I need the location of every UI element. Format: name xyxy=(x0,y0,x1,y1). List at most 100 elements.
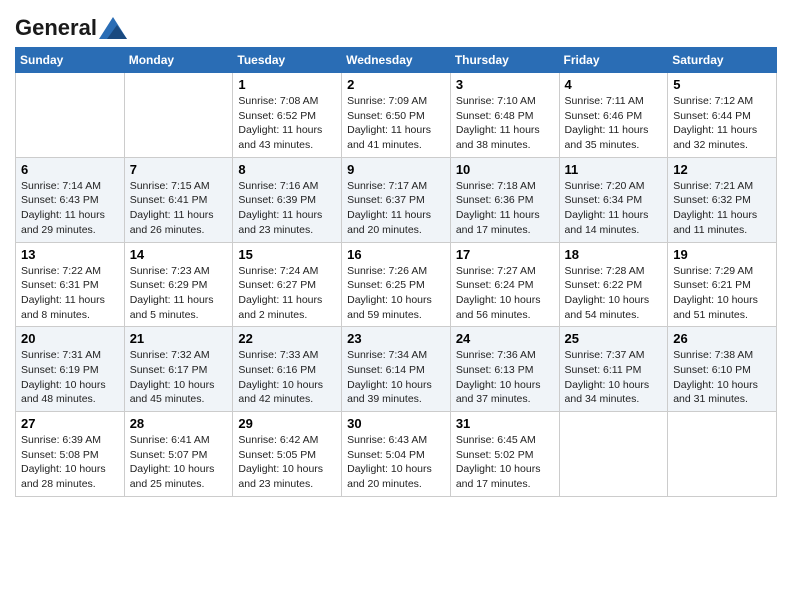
day-info: Sunrise: 7:18 AM Sunset: 6:36 PM Dayligh… xyxy=(456,179,554,238)
day-info: Sunrise: 6:43 AM Sunset: 5:04 PM Dayligh… xyxy=(347,433,445,492)
calendar-cell: 3Sunrise: 7:10 AM Sunset: 6:48 PM Daylig… xyxy=(450,73,559,158)
day-number: 17 xyxy=(456,247,554,262)
calendar-cell: 14Sunrise: 7:23 AM Sunset: 6:29 PM Dayli… xyxy=(124,242,233,327)
day-number: 1 xyxy=(238,77,336,92)
logo-icon xyxy=(99,17,127,39)
calendar-cell: 22Sunrise: 7:33 AM Sunset: 6:16 PM Dayli… xyxy=(233,327,342,412)
calendar-cell: 10 Sunrise: 7:18 AM Sunset: 6:36 PM Dayli… xyxy=(450,157,559,242)
day-number: 7 xyxy=(130,162,228,177)
day-info: Sunrise: 7:17 AM Sunset: 6:37 PM Dayligh… xyxy=(347,179,445,238)
day-info: Sunrise: 7:32 AM Sunset: 6:17 PM Dayligh… xyxy=(130,348,228,407)
day-number: 29 xyxy=(238,416,336,431)
day-number: 26 xyxy=(673,331,771,346)
calendar-week-row: 27 Sunrise: 6:39 AM Sunset: 5:08 PM Dayli… xyxy=(16,412,777,497)
calendar-cell: 18Sunrise: 7:28 AM Sunset: 6:22 PM Dayli… xyxy=(559,242,668,327)
calendar-cell: 6Sunrise: 7:14 AM Sunset: 6:43 PM Daylig… xyxy=(16,157,125,242)
day-info: Sunrise: 7:20 AM Sunset: 6:34 PM Dayligh… xyxy=(565,179,663,238)
day-info: Sunrise: 7:12 AM Sunset: 6:44 PM Dayligh… xyxy=(673,94,771,153)
calendar-cell: 8 Sunrise: 7:16 AM Sunset: 6:39 PM Daylig… xyxy=(233,157,342,242)
calendar-cell: 2Sunrise: 7:09 AM Sunset: 6:50 PM Daylig… xyxy=(342,73,451,158)
day-info: Sunrise: 7:10 AM Sunset: 6:48 PM Dayligh… xyxy=(456,94,554,153)
calendar-cell: 30 Sunrise: 6:43 AM Sunset: 5:04 PM Dayli… xyxy=(342,412,451,497)
day-number: 18 xyxy=(565,247,663,262)
calendar-day-header: Friday xyxy=(559,48,668,73)
calendar-cell: 29 Sunrise: 6:42 AM Sunset: 5:05 PM Dayli… xyxy=(233,412,342,497)
day-info: Sunrise: 7:29 AM Sunset: 6:21 PM Dayligh… xyxy=(673,264,771,323)
calendar-cell: 24 Sunrise: 7:36 AM Sunset: 6:13 PM Dayli… xyxy=(450,327,559,412)
day-number: 25 xyxy=(565,331,663,346)
calendar-cell: 20 Sunrise: 7:31 AM Sunset: 6:19 PM Dayli… xyxy=(16,327,125,412)
day-info: Sunrise: 7:34 AM Sunset: 6:14 PM Dayligh… xyxy=(347,348,445,407)
day-number: 5 xyxy=(673,77,771,92)
day-number: 15 xyxy=(238,247,336,262)
calendar-cell: 17 Sunrise: 7:27 AM Sunset: 6:24 PM Dayli… xyxy=(450,242,559,327)
day-info: Sunrise: 7:23 AM Sunset: 6:29 PM Dayligh… xyxy=(130,264,228,323)
calendar-day-header: Wednesday xyxy=(342,48,451,73)
day-number: 8 xyxy=(238,162,336,177)
calendar-cell: 26 Sunrise: 7:38 AM Sunset: 6:10 PM Dayli… xyxy=(668,327,777,412)
day-number: 11 xyxy=(565,162,663,177)
day-number: 4 xyxy=(565,77,663,92)
day-number: 10 xyxy=(456,162,554,177)
calendar-cell: 16 Sunrise: 7:26 AM Sunset: 6:25 PM Dayli… xyxy=(342,242,451,327)
calendar-cell xyxy=(124,73,233,158)
calendar-cell: 15 Sunrise: 7:24 AM Sunset: 6:27 PM Dayli… xyxy=(233,242,342,327)
day-number: 27 xyxy=(21,416,119,431)
day-info: Sunrise: 7:22 AM Sunset: 6:31 PM Dayligh… xyxy=(21,264,119,323)
calendar-cell: 28Sunrise: 6:41 AM Sunset: 5:07 PM Dayli… xyxy=(124,412,233,497)
day-info: Sunrise: 6:45 AM Sunset: 5:02 PM Dayligh… xyxy=(456,433,554,492)
day-number: 21 xyxy=(130,331,228,346)
calendar-week-row: 20 Sunrise: 7:31 AM Sunset: 6:19 PM Dayli… xyxy=(16,327,777,412)
day-number: 19 xyxy=(673,247,771,262)
day-info: Sunrise: 7:11 AM Sunset: 6:46 PM Dayligh… xyxy=(565,94,663,153)
day-info: Sunrise: 7:21 AM Sunset: 6:32 PM Dayligh… xyxy=(673,179,771,238)
calendar-table: SundayMondayTuesdayWednesdayThursdayFrid… xyxy=(15,47,777,497)
calendar-day-header: Tuesday xyxy=(233,48,342,73)
calendar-cell xyxy=(16,73,125,158)
day-info: Sunrise: 6:39 AM Sunset: 5:08 PM Dayligh… xyxy=(21,433,119,492)
calendar-cell: 4 Sunrise: 7:11 AM Sunset: 6:46 PM Daylig… xyxy=(559,73,668,158)
day-number: 23 xyxy=(347,331,445,346)
calendar-week-row: 6Sunrise: 7:14 AM Sunset: 6:43 PM Daylig… xyxy=(16,157,777,242)
calendar-day-header: Saturday xyxy=(668,48,777,73)
day-number: 20 xyxy=(21,331,119,346)
day-info: Sunrise: 7:27 AM Sunset: 6:24 PM Dayligh… xyxy=(456,264,554,323)
page-header: General xyxy=(15,15,777,37)
calendar-cell: 1 Sunrise: 7:08 AM Sunset: 6:52 PM Daylig… xyxy=(233,73,342,158)
calendar-cell: 7Sunrise: 7:15 AM Sunset: 6:41 PM Daylig… xyxy=(124,157,233,242)
day-info: Sunrise: 7:24 AM Sunset: 6:27 PM Dayligh… xyxy=(238,264,336,323)
calendar-header-row: SundayMondayTuesdayWednesdayThursdayFrid… xyxy=(16,48,777,73)
calendar-cell: 5 Sunrise: 7:12 AM Sunset: 6:44 PM Daylig… xyxy=(668,73,777,158)
calendar-cell xyxy=(559,412,668,497)
calendar-cell: 9Sunrise: 7:17 AM Sunset: 6:37 PM Daylig… xyxy=(342,157,451,242)
day-number: 6 xyxy=(21,162,119,177)
day-number: 12 xyxy=(673,162,771,177)
calendar-cell: 23 Sunrise: 7:34 AM Sunset: 6:14 PM Dayli… xyxy=(342,327,451,412)
day-number: 22 xyxy=(238,331,336,346)
day-info: Sunrise: 7:38 AM Sunset: 6:10 PM Dayligh… xyxy=(673,348,771,407)
calendar-cell: 25 Sunrise: 7:37 AM Sunset: 6:11 PM Dayli… xyxy=(559,327,668,412)
day-number: 24 xyxy=(456,331,554,346)
day-info: Sunrise: 7:31 AM Sunset: 6:19 PM Dayligh… xyxy=(21,348,119,407)
calendar-week-row: 1 Sunrise: 7:08 AM Sunset: 6:52 PM Daylig… xyxy=(16,73,777,158)
calendar-cell: 27 Sunrise: 6:39 AM Sunset: 5:08 PM Dayli… xyxy=(16,412,125,497)
day-info: Sunrise: 7:16 AM Sunset: 6:39 PM Dayligh… xyxy=(238,179,336,238)
day-number: 16 xyxy=(347,247,445,262)
day-info: Sunrise: 7:08 AM Sunset: 6:52 PM Dayligh… xyxy=(238,94,336,153)
logo: General xyxy=(15,15,127,37)
calendar-day-header: Sunday xyxy=(16,48,125,73)
day-info: Sunrise: 7:26 AM Sunset: 6:25 PM Dayligh… xyxy=(347,264,445,323)
day-info: Sunrise: 6:42 AM Sunset: 5:05 PM Dayligh… xyxy=(238,433,336,492)
calendar-cell: 12 Sunrise: 7:21 AM Sunset: 6:32 PM Dayli… xyxy=(668,157,777,242)
calendar-week-row: 13 Sunrise: 7:22 AM Sunset: 6:31 PM Dayli… xyxy=(16,242,777,327)
day-info: Sunrise: 6:41 AM Sunset: 5:07 PM Dayligh… xyxy=(130,433,228,492)
day-number: 2 xyxy=(347,77,445,92)
day-number: 13 xyxy=(21,247,119,262)
calendar-cell: 21 Sunrise: 7:32 AM Sunset: 6:17 PM Dayli… xyxy=(124,327,233,412)
day-number: 30 xyxy=(347,416,445,431)
calendar-cell: 11 Sunrise: 7:20 AM Sunset: 6:34 PM Dayli… xyxy=(559,157,668,242)
day-info: Sunrise: 7:36 AM Sunset: 6:13 PM Dayligh… xyxy=(456,348,554,407)
logo-general: General xyxy=(15,15,97,41)
day-info: Sunrise: 7:37 AM Sunset: 6:11 PM Dayligh… xyxy=(565,348,663,407)
calendar-cell: 31Sunrise: 6:45 AM Sunset: 5:02 PM Dayli… xyxy=(450,412,559,497)
